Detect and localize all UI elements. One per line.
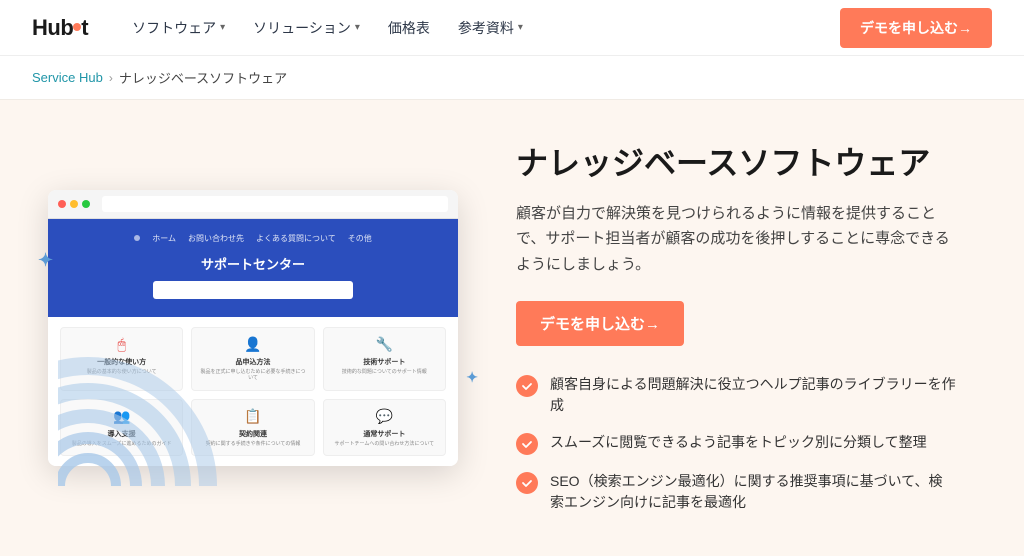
page-title: ナレッジベースソフトウェア xyxy=(516,143,956,185)
kb-header: ホーム お問い合わせ先 よくある質問について その他 サポートセンター xyxy=(48,219,458,317)
kb-logo-dot xyxy=(134,235,140,241)
feature-item-1: 顧客自身による問題解決に役立つヘルプ記事のライブラリーを作成 xyxy=(516,374,956,416)
kb-nav-item-4: その他 xyxy=(348,233,372,244)
kb-nav-item-3: よくある質問について xyxy=(256,233,336,244)
browser-dot-yellow xyxy=(70,200,78,208)
decorative-rings xyxy=(58,346,248,486)
nav-item-pricing[interactable]: 価格表 xyxy=(376,10,442,46)
kb-card-6: 💬 通常サポート サポートチームへの問い合わせ方法について xyxy=(323,399,446,457)
feature-text-2: スムーズに閲覧できるよう記事をトピック別に分類して整理 xyxy=(550,432,927,453)
nav-items: ソフトウェア ▾ ソリューション ▾ 価格表 参考資料 ▾ xyxy=(120,10,840,46)
kb-card-3-text: 技術的な問題についてのサポート情報 xyxy=(330,369,439,376)
kb-card-6-icon: 💬 xyxy=(330,408,439,425)
sparkle-decoration-tl: ✦ xyxy=(38,250,53,271)
chevron-down-icon: ▾ xyxy=(355,22,360,33)
kb-card-3-icon: 🔧 xyxy=(330,336,439,353)
kb-nav-row: ホーム お問い合わせ先 よくある質問について その他 xyxy=(64,233,442,244)
navbar-cta: デモを申し込む→ xyxy=(840,8,992,48)
kb-nav-item-1: ホーム xyxy=(152,233,176,244)
nav-item-software[interactable]: ソフトウェア ▾ xyxy=(120,10,237,46)
check-icon-1 xyxy=(516,375,538,397)
browser-dot-green xyxy=(82,200,90,208)
feature-list: 顧客自身による問題解決に役立つヘルプ記事のライブラリーを作成 スムーズに閲覧でき… xyxy=(516,374,956,513)
kb-card-6-title: 通常サポート xyxy=(330,429,439,439)
breadcrumb: Service Hub › ナレッジベースソフトウェア xyxy=(32,68,992,87)
feature-text-3: SEO（検索エンジン最適化）に関する推奨事項に基づいて、検索エンジン向けに記事を… xyxy=(550,471,956,513)
browser-dot-red xyxy=(58,200,66,208)
navbar-demo-button[interactable]: デモを申し込む→ xyxy=(840,8,992,48)
check-icon-2 xyxy=(516,433,538,455)
feature-item-2: スムーズに閲覧できるよう記事をトピック別に分類して整理 xyxy=(516,432,956,455)
breadcrumb-separator: › xyxy=(109,71,113,85)
chevron-down-icon: ▾ xyxy=(220,22,225,33)
check-icon-3 xyxy=(516,472,538,494)
kb-title: サポートセンター xyxy=(64,254,442,273)
left-section: ✦ ✦ ホーム お問い合わせ先 よくある質問について xyxy=(48,190,468,467)
breadcrumb-current: ナレッジベースソフトウェア xyxy=(119,68,287,87)
feature-item-3: SEO（検索エンジン最適化）に関する推奨事項に基づいて、検索エンジン向けに記事を… xyxy=(516,471,956,513)
hero-demo-button[interactable]: デモを申し込む→ xyxy=(516,301,684,346)
nav-item-solutions[interactable]: ソリューション ▾ xyxy=(241,10,372,46)
right-section: ナレッジベースソフトウェア 顧客が自力で解決策を見つけられるように情報を提供する… xyxy=(516,143,956,513)
breadcrumb-parent[interactable]: Service Hub xyxy=(32,70,103,85)
kb-nav-item-2: お問い合わせ先 xyxy=(188,233,244,244)
kb-card-6-text: サポートチームへの問い合わせ方法について xyxy=(330,441,439,448)
kb-card-3-title: 技術サポート xyxy=(330,357,439,367)
kb-card-3: 🔧 技術サポート 技術的な問題についてのサポート情報 xyxy=(323,327,446,391)
chevron-down-icon: ▾ xyxy=(518,22,523,33)
nav-item-resources[interactable]: 参考資料 ▾ xyxy=(446,10,535,46)
feature-text-1: 顧客自身による問題解決に役立つヘルプ記事のライブラリーを作成 xyxy=(550,374,956,416)
sparkle-decoration-br: ✦ xyxy=(466,369,478,386)
browser-url-bar xyxy=(102,196,448,212)
page-description: 顧客が自力で解決策を見つけられるように情報を提供することで、サポート担当者が顧客… xyxy=(516,201,956,278)
navbar: Hubt ソフトウェア ▾ ソリューション ▾ 価格表 参考資料 ▾ デモを申し… xyxy=(0,0,1024,56)
kb-search-bar xyxy=(153,281,353,299)
logo-text: Hubt xyxy=(32,15,88,41)
main-content: ✦ ✦ ホーム お問い合わせ先 よくある質問について xyxy=(0,100,1024,556)
breadcrumb-bar: Service Hub › ナレッジベースソフトウェア xyxy=(0,56,1024,100)
logo[interactable]: Hubt xyxy=(32,15,88,41)
browser-bar xyxy=(48,190,458,219)
